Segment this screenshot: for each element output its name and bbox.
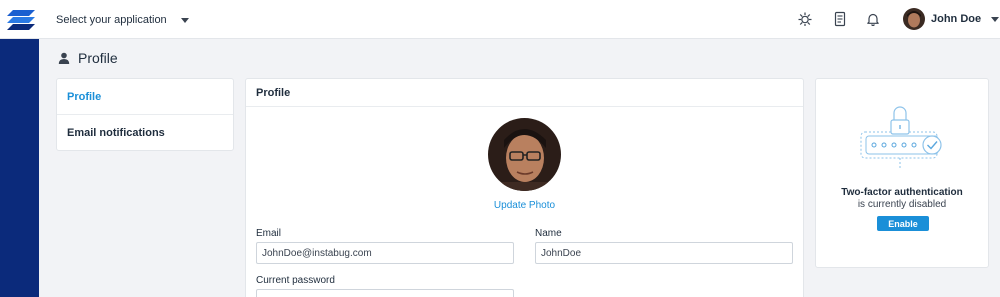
top-bar: Select your application John Doe <box>0 0 1000 39</box>
chevron-down-icon <box>180 17 189 23</box>
lock-icon <box>860 106 942 168</box>
user-icon <box>58 52 70 64</box>
name-field[interactable] <box>535 242 793 264</box>
email-field[interactable] <box>256 242 514 264</box>
user-menu[interactable]: John Doe <box>903 8 1000 30</box>
user-name: John Doe <box>931 13 982 25</box>
avatar <box>903 8 925 30</box>
settings-nav: Profile Email notifications <box>56 78 234 151</box>
name-label: Name <box>535 228 562 239</box>
nav-item-label: Email notifications <box>67 127 165 139</box>
profile-card-heading: Profile <box>246 79 803 107</box>
profile-card: Profile Update Photo Email Name Current … <box>245 78 804 297</box>
profile-photo <box>488 118 561 191</box>
two-factor-card: Two-factor authentication is currently d… <box>815 78 989 268</box>
two-factor-title: Two-factor authentication <box>841 187 963 198</box>
update-photo-link[interactable]: Update Photo <box>246 200 803 211</box>
email-label: Email <box>256 228 282 239</box>
bug-icon[interactable] <box>797 11 813 27</box>
two-factor-status: is currently disabled <box>857 199 947 210</box>
current-password-field[interactable] <box>256 289 514 297</box>
page-title-text: Profile <box>78 50 118 66</box>
document-icon[interactable] <box>832 11 848 27</box>
instabug-logo-icon[interactable] <box>6 9 36 31</box>
application-selector-label: Select your application <box>56 14 167 26</box>
enable-button[interactable]: Enable <box>877 216 929 231</box>
current-password-label: Current password <box>256 275 335 286</box>
nav-item-email-notifications[interactable]: Email notifications <box>57 115 233 151</box>
application-selector[interactable]: Select your application <box>56 12 189 28</box>
nav-item-label: Profile <box>67 90 102 103</box>
page-title: Profile <box>58 50 118 66</box>
sidebar <box>0 39 39 297</box>
bell-icon[interactable] <box>865 11 881 27</box>
chevron-down-icon <box>991 16 1000 22</box>
nav-item-profile[interactable]: Profile <box>57 79 233 115</box>
